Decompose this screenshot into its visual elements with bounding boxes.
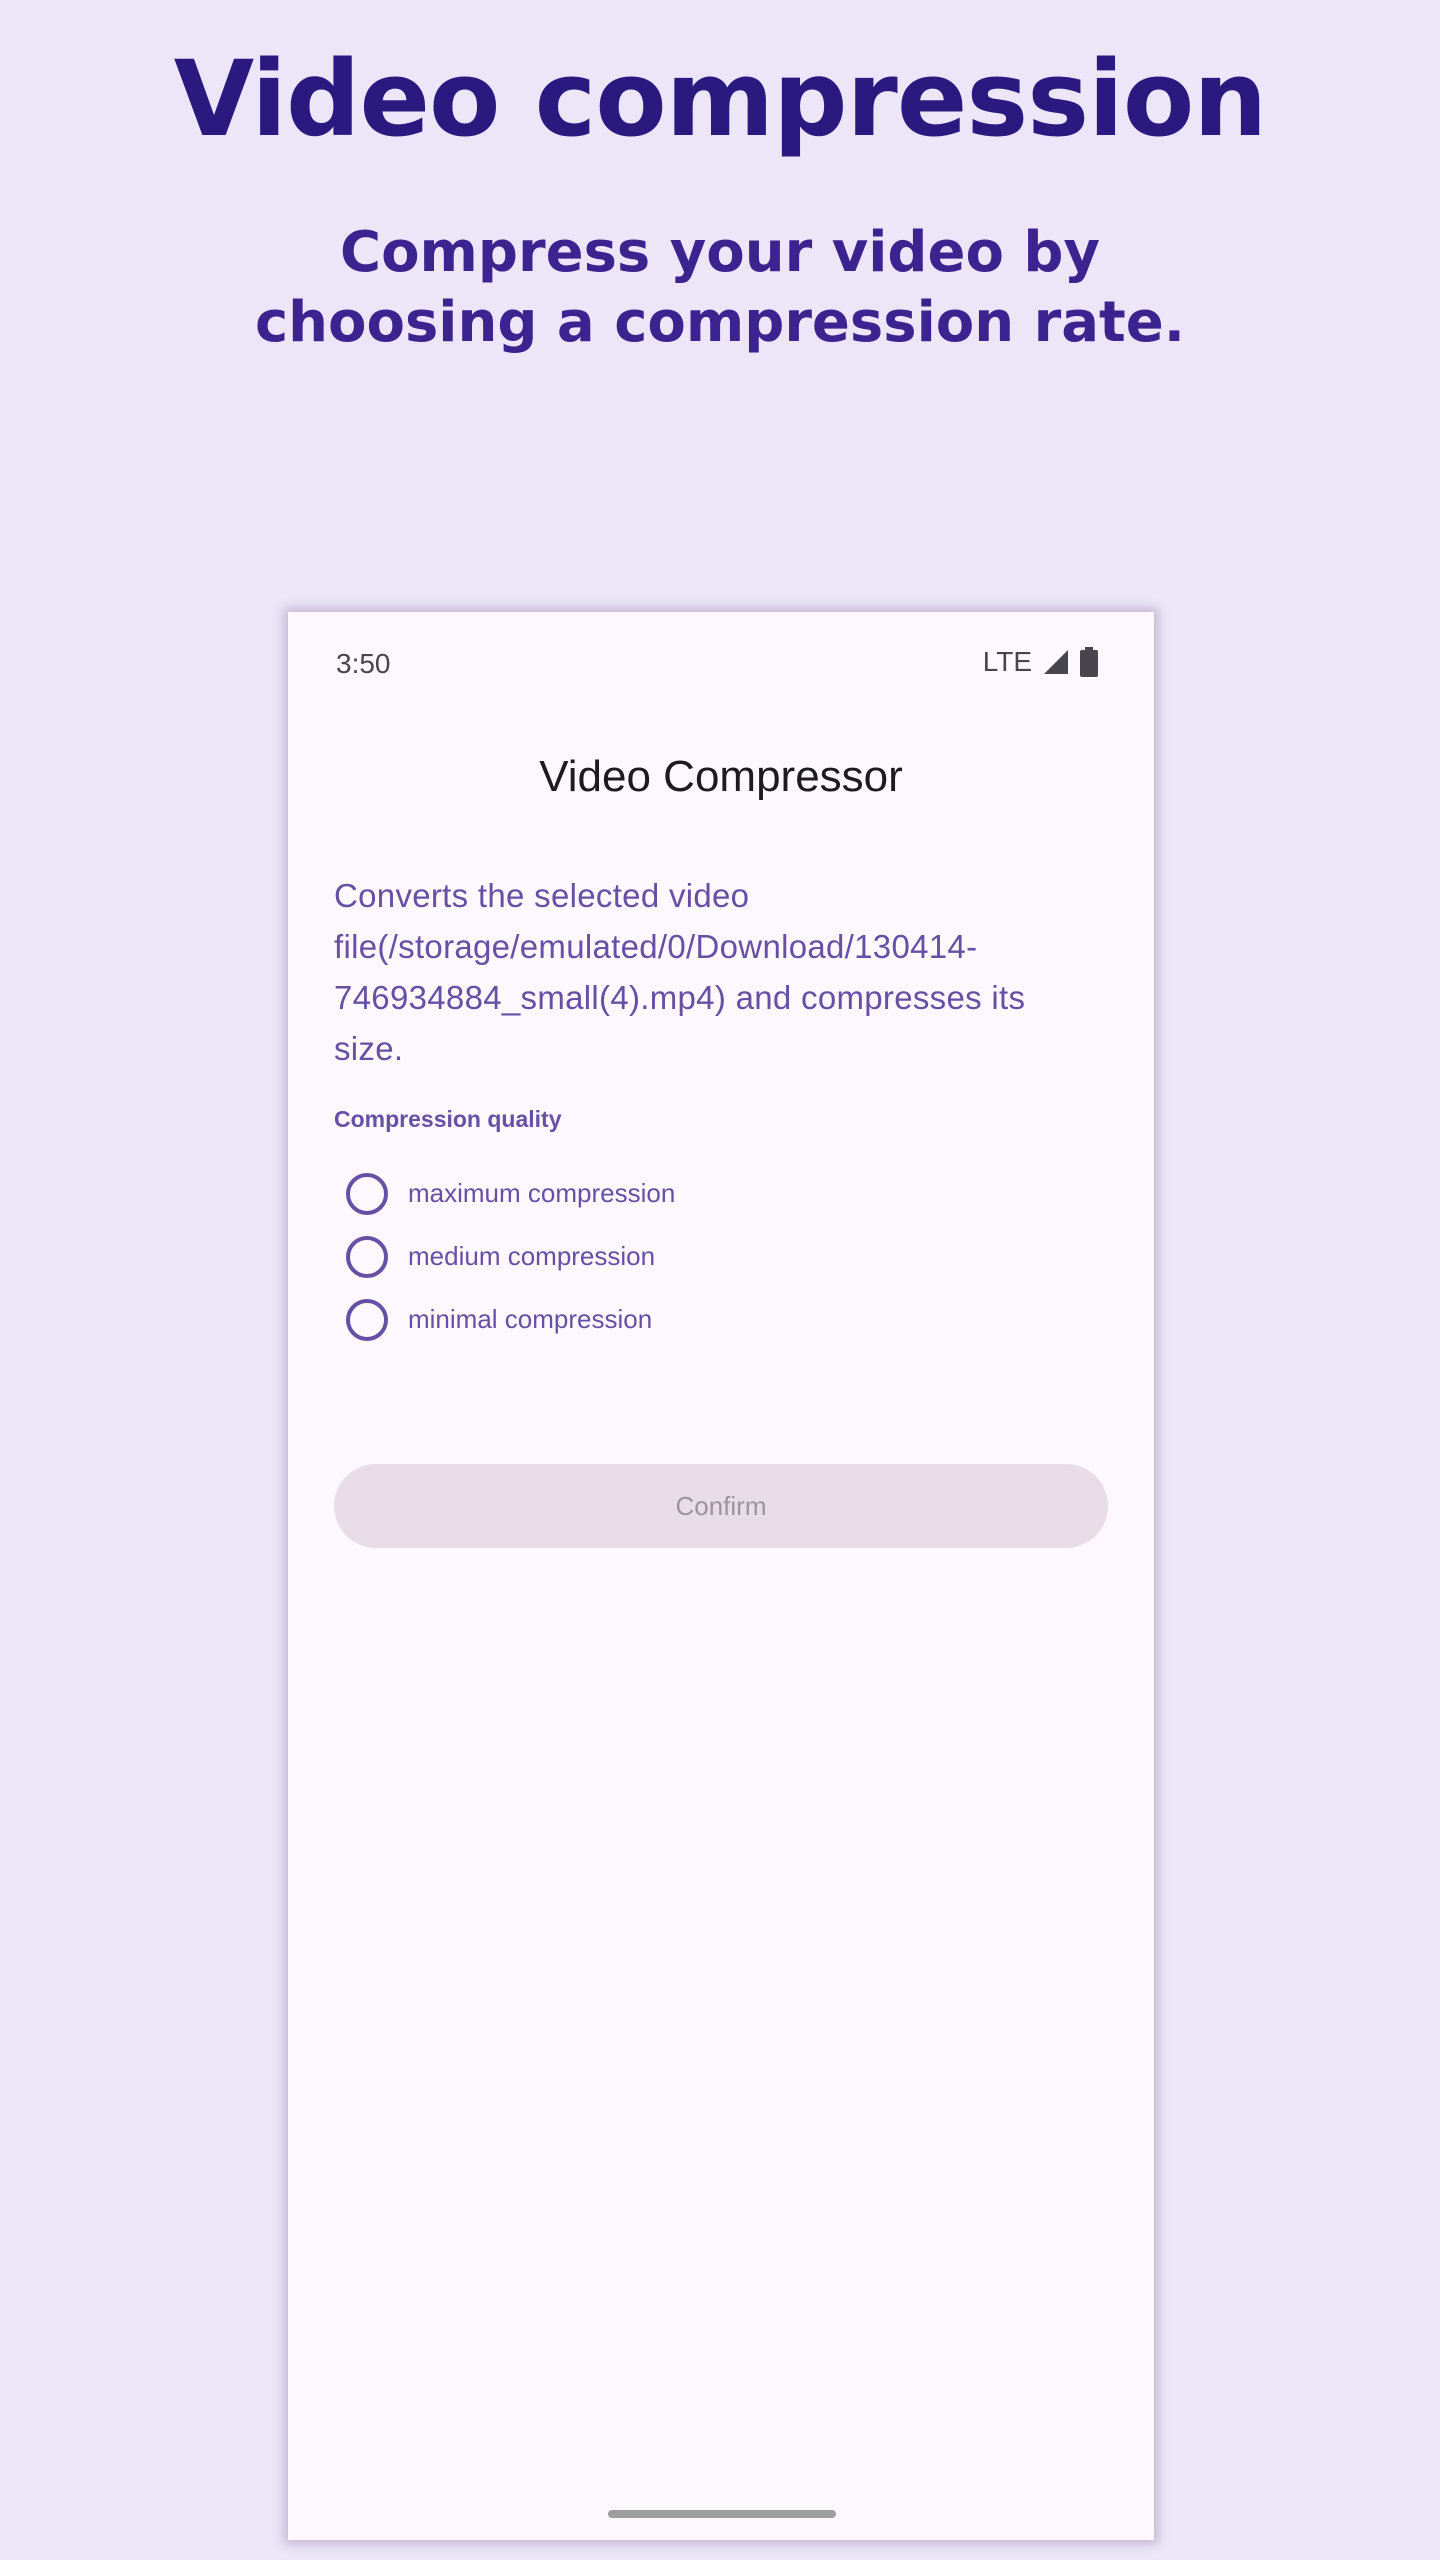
app-title: Video Compressor	[539, 752, 903, 801]
confirm-button[interactable]: Confirm	[334, 1464, 1108, 1548]
radio-button-icon[interactable]	[346, 1172, 388, 1215]
status-bar: 3:50 LTE	[288, 612, 1154, 716]
hero-subtitle: Compress your video by choosing a compre…	[254, 220, 1186, 355]
option-label: minimal compression	[408, 1304, 653, 1334]
option-label: maximum compression	[408, 1178, 676, 1208]
compression-options: maximum compression medium compression m…	[346, 1162, 1046, 1351]
home-indicator[interactable]	[608, 2510, 836, 2518]
battery-icon	[1080, 647, 1098, 677]
phone-screen: 3:50 LTE Video Compressor Converts the s…	[288, 612, 1154, 2540]
status-icons: LTE	[983, 646, 1098, 678]
radio-button-icon[interactable]	[346, 1235, 388, 1278]
status-time: 3:50	[336, 648, 391, 679]
description-text: Converts the selected video file(/storag…	[334, 877, 1026, 1067]
network-type: LTE	[982, 646, 1032, 677]
option-minimal-compression[interactable]: minimal compression	[346, 1288, 1046, 1351]
signal-icon	[1044, 650, 1068, 674]
radio-button-icon[interactable]	[346, 1298, 388, 1341]
compression-quality-label: Compression quality	[334, 1106, 562, 1132]
option-medium-compression[interactable]: medium compression	[346, 1225, 1046, 1288]
option-maximum-compression[interactable]: maximum compression	[346, 1162, 1046, 1225]
hero-title: Video compression	[173, 38, 1268, 160]
option-label: medium compression	[408, 1241, 656, 1271]
